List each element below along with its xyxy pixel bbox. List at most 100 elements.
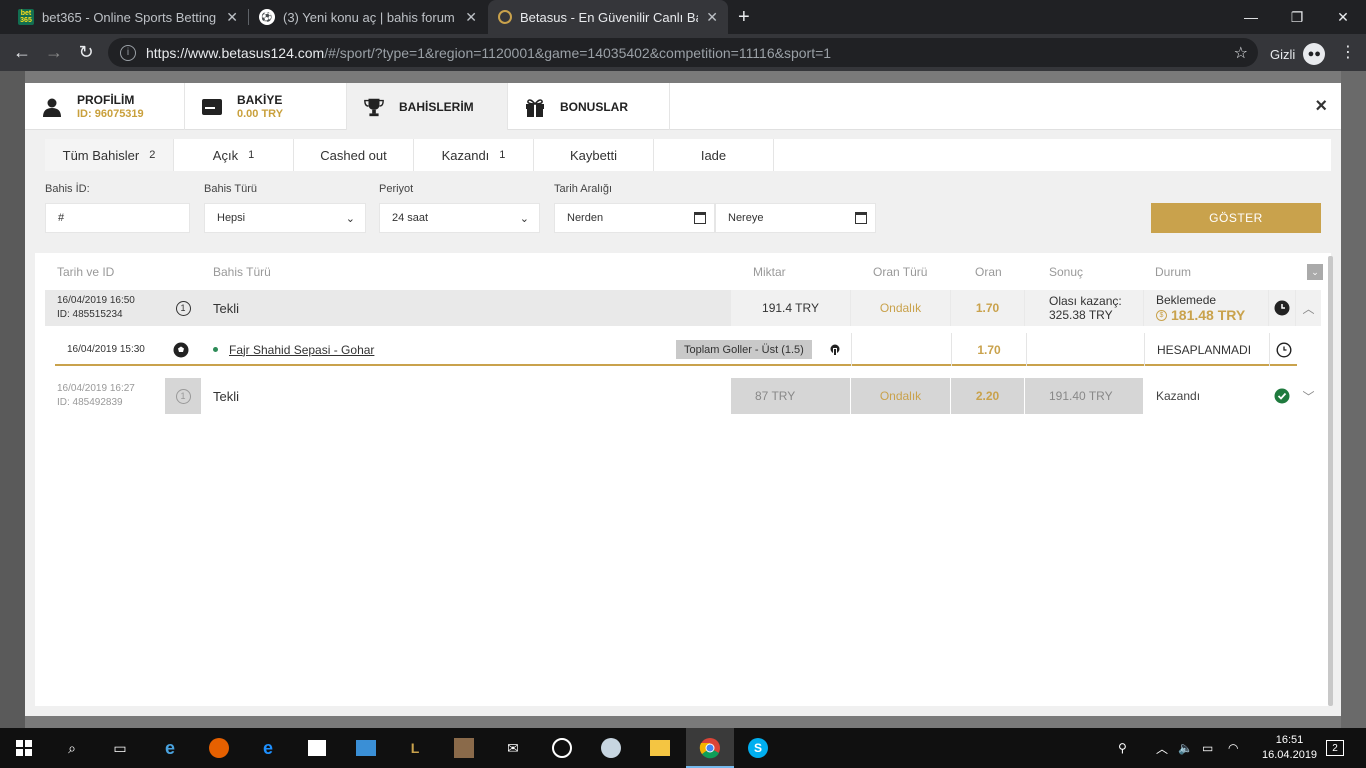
- selection-count: 1: [165, 378, 201, 414]
- tab-lost[interactable]: Kaybetti: [534, 139, 654, 171]
- show-button[interactable]: GÖSTER: [1151, 203, 1321, 233]
- window-close-icon[interactable]: ✕: [1320, 0, 1366, 34]
- header-odds-type: Oran Türü: [873, 265, 928, 279]
- search-icon[interactable]: ⌕: [60, 736, 84, 760]
- reload-icon[interactable]: ↻: [74, 40, 98, 64]
- date-range-label: Tarih Aralığı: [554, 183, 613, 195]
- browser-menu-icon[interactable]: ⋮: [1340, 42, 1356, 62]
- event-link[interactable]: Fajr Shahid Sepasi - Gohar: [229, 333, 374, 366]
- bet-id-input[interactable]: #: [45, 203, 190, 233]
- steam-icon[interactable]: [599, 736, 623, 760]
- firefox-icon[interactable]: [207, 736, 231, 760]
- windows-start-icon[interactable]: [12, 736, 36, 760]
- tab-refund[interactable]: Iade: [654, 139, 774, 171]
- tab-balance[interactable]: BAKİYE 0.00 TRY: [185, 83, 347, 130]
- tab-title: Betasus - En Güvenilir Canlı Bahis: [520, 9, 698, 25]
- table-row[interactable]: 16/04/2019 16:50 ID: 485515234 1 Tekli 1…: [45, 290, 1321, 326]
- incognito-indicator: Gizli ●●: [1270, 43, 1326, 65]
- empty-cell: [851, 333, 951, 366]
- tab-close-icon[interactable]: ✕: [706, 9, 718, 26]
- league-of-legends-icon[interactable]: L: [403, 736, 427, 760]
- bet-type-cell: Tekli: [201, 378, 730, 414]
- date-to-input[interactable]: Nereye: [715, 203, 876, 233]
- bet-amount: 191.4 TRY: [731, 290, 850, 326]
- internet-explorer-icon[interactable]: e: [158, 736, 182, 760]
- scrollbar[interactable]: [1328, 256, 1333, 706]
- bets-table: Tarih ve ID Bahis Türü Miktar Oran Türü …: [35, 253, 1331, 706]
- calendar-icon[interactable]: [694, 212, 706, 224]
- browser-tab-bar: bet 365 bet365 - Online Sports Betting ✕…: [0, 0, 1366, 34]
- control-panel-icon[interactable]: [354, 736, 378, 760]
- volume-icon[interactable]: 🔈: [1178, 728, 1193, 768]
- tab-close-icon[interactable]: ✕: [465, 9, 477, 26]
- tab-close-icon[interactable]: ✕: [226, 9, 238, 26]
- tab-bonuses[interactable]: BONUSLAR: [508, 83, 670, 130]
- modal-close-icon[interactable]: ×: [1315, 95, 1327, 118]
- back-icon[interactable]: ←: [10, 40, 34, 64]
- user-icon: [41, 96, 63, 118]
- browser-tab-betasus[interactable]: Betasus - En Güvenilir Canlı Bahis ✕: [488, 0, 728, 34]
- tab-open[interactable]: Açık 1: [174, 139, 294, 171]
- notification-count: 2: [1326, 740, 1344, 756]
- bet-type-label: Bahis Türü: [204, 183, 257, 195]
- trophy-icon: [363, 96, 385, 118]
- site-info-icon[interactable]: i: [120, 44, 136, 61]
- notifications-icon[interactable]: 2: [1326, 728, 1344, 768]
- collapse-row-icon[interactable]: ︿: [1296, 290, 1321, 326]
- url-path: /#/sport/?type=1&region=1120001&game=140…: [324, 44, 832, 61]
- browser-tab-forum[interactable]: ⚽ (3) Yeni konu aç | bahis forum - d ✕: [249, 0, 487, 34]
- minimize-icon[interactable]: —: [1228, 0, 1274, 34]
- mail-icon[interactable]: ✉: [501, 736, 525, 760]
- date-from-input[interactable]: Nerden: [554, 203, 715, 233]
- bookmark-star-icon[interactable]: ☆: [1234, 43, 1248, 63]
- chrome-icon[interactable]: [698, 736, 722, 760]
- tray-expand-icon[interactable]: ︿: [1156, 728, 1168, 768]
- wifi-icon[interactable]: ◠: [1228, 728, 1238, 768]
- event-odds: 1.70: [951, 333, 1026, 366]
- game-icon[interactable]: [452, 736, 476, 760]
- calendar-icon[interactable]: [855, 212, 867, 224]
- file-explorer-icon[interactable]: [648, 736, 672, 760]
- date-to-placeholder: Nereye: [728, 212, 764, 224]
- cashout-button[interactable]: $181.48 TRY: [1156, 308, 1245, 323]
- selection-count: 1: [165, 290, 201, 326]
- wallet-icon: [201, 96, 223, 118]
- page-right-background: [1341, 71, 1366, 728]
- table-row[interactable]: 16/04/2019 16:27 ID: 485492839 1 Tekli 8…: [45, 378, 1321, 414]
- collapse-all-icon[interactable]: ⌄: [1307, 264, 1323, 280]
- period-label: Periyot: [379, 183, 414, 195]
- tab-label: BAHİSLERİM: [399, 99, 474, 114]
- expand-row-icon[interactable]: ﹀: [1296, 378, 1321, 414]
- restore-icon[interactable]: ❐: [1274, 0, 1320, 34]
- bet-type-select[interactable]: Hepsi ⌄: [204, 203, 366, 233]
- tab-count: 1: [248, 149, 255, 161]
- tab-cashed-out[interactable]: Cashed out: [294, 139, 414, 171]
- browser-toolbar: ← → ↻ i https://www.betasus124.com /#/sp…: [0, 34, 1366, 71]
- new-tab-icon[interactable]: +: [738, 6, 750, 29]
- address-bar[interactable]: i https://www.betasus124.com /#/sport/?t…: [108, 38, 1258, 67]
- forward-icon[interactable]: →: [42, 40, 66, 64]
- tab-my-bets[interactable]: BAHİSLERİM: [347, 83, 508, 130]
- whatsapp-icon[interactable]: [550, 736, 574, 760]
- stats-icon[interactable]: [823, 333, 847, 366]
- browser-tab-bet365[interactable]: bet 365 bet365 - Online Sports Betting ✕: [8, 0, 248, 34]
- edge-icon[interactable]: e: [256, 736, 280, 760]
- system-clock[interactable]: 16:51 16.04.2019: [1262, 733, 1317, 763]
- store-icon[interactable]: [305, 736, 329, 760]
- period-select[interactable]: 24 saat ⌄: [379, 203, 540, 233]
- bet-id-label: Bahis İD:: [45, 183, 90, 195]
- tab-won[interactable]: Kazandı 1: [414, 139, 534, 171]
- bet365-favicon-icon: bet 365: [18, 9, 34, 25]
- tab-label: Cashed out: [320, 147, 387, 163]
- header-status: Durum: [1155, 265, 1192, 279]
- battery-icon[interactable]: ▭: [1202, 728, 1213, 768]
- task-view-icon[interactable]: ▭: [108, 736, 132, 760]
- tab-all-bets[interactable]: Tüm Bahisler 2: [45, 139, 174, 171]
- people-icon[interactable]: ⚲: [1118, 728, 1127, 768]
- incognito-icon: ●●: [1303, 43, 1326, 65]
- tab-profile[interactable]: PROFİLİM ID: 96075319: [25, 83, 185, 130]
- live-dot-icon: [213, 333, 218, 366]
- market-badge: Toplam Goller - Üst (1.5): [676, 340, 812, 359]
- tab-label: BONUSLAR: [560, 99, 628, 114]
- skype-icon[interactable]: S: [746, 736, 770, 760]
